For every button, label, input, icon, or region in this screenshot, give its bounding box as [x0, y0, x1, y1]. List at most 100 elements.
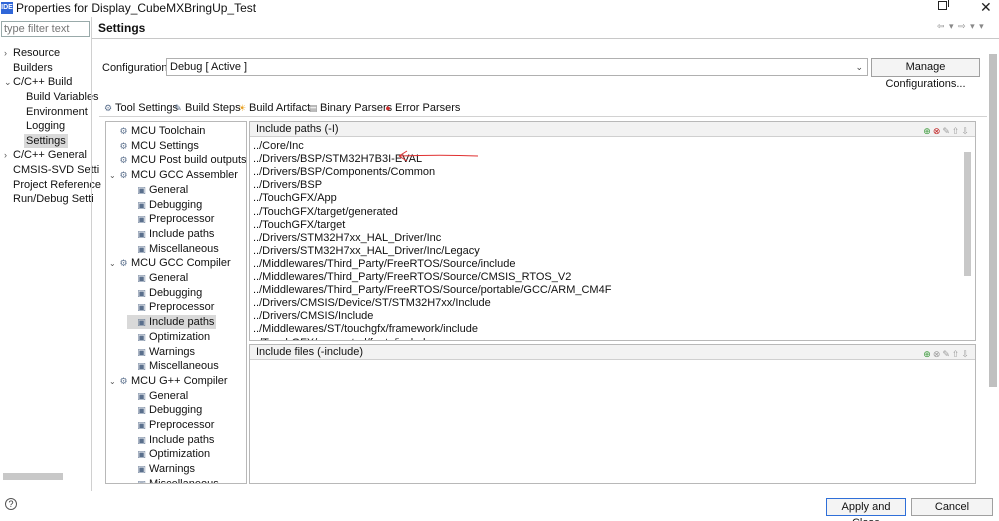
- include-paths-scrollbar[interactable]: [964, 152, 971, 276]
- include-path-item[interactable]: ../Middlewares/Third_Party/FreeRTOS/Sour…: [253, 258, 515, 271]
- tree-item-miscellaneous[interactable]: ▣ Miscellaneous: [127, 477, 218, 484]
- tree-item-debugging[interactable]: ▣ Debugging: [127, 198, 202, 212]
- help-icon[interactable]: ?: [5, 498, 17, 510]
- expand-icon[interactable]: ⌄: [109, 375, 118, 389]
- tree-item-label: MCU GCC Assembler: [131, 169, 238, 182]
- edit-path-icon[interactable]: ✎: [942, 126, 952, 136]
- option-icon: ▣: [137, 390, 146, 401]
- tree-item-warnings[interactable]: ▣ Warnings: [127, 462, 195, 476]
- filter-input[interactable]: [1, 21, 90, 37]
- include-path-item[interactable]: ../Drivers/BSP: [253, 179, 322, 192]
- tree-item-mcu-post-build-outputs[interactable]: ⚙ MCU Post build outputs: [109, 153, 246, 167]
- move-down-icon[interactable]: ⇩: [961, 126, 971, 136]
- tree-item-label: Optimization: [149, 330, 211, 343]
- include-path-item[interactable]: ../TouchGFX/target/generated: [253, 206, 398, 219]
- tree-item-general[interactable]: ▣ General: [127, 271, 188, 285]
- chevron-icon[interactable]: ⌄: [4, 75, 12, 89]
- tree-item-preprocessor[interactable]: ▣ Preprocessor: [127, 300, 214, 314]
- configuration-select[interactable]: Debug [ Active ] ⌄: [166, 58, 868, 76]
- tree-item-label: Preprocessor: [149, 301, 215, 314]
- tab-icon: ●: [385, 103, 391, 113]
- chevron-down-icon[interactable]: ⌄: [855, 59, 863, 75]
- tool-settings-tree: ⚙ MCU Toolchain ⚙ MCU Settings ⚙ MCU Post bui…: [105, 121, 247, 484]
- add-file-icon[interactable]: ⊕: [923, 349, 933, 359]
- tab-binary-parsers[interactable]: ▤ Binary Parsers: [308, 101, 392, 116]
- nav-item-cmsis-svd-setti[interactable]: CMSIS-SVD Setti: [13, 163, 99, 177]
- tree-item-mcu-settings[interactable]: ⚙ MCU Settings: [109, 139, 198, 153]
- nav-item-resource[interactable]: Resource: [13, 46, 60, 60]
- include-path-item[interactable]: ../Drivers/STM32H7xx_HAL_Driver/Inc: [253, 232, 441, 245]
- tree-item-miscellaneous[interactable]: ▣ Miscellaneous: [127, 242, 218, 256]
- nav-item-environment[interactable]: Environment: [26, 105, 88, 119]
- nav-item-c-c-build[interactable]: C/C++ Build: [13, 75, 72, 89]
- tree-item-include-paths[interactable]: ▣ Include paths: [127, 433, 214, 447]
- chevron-icon[interactable]: ›: [4, 46, 12, 60]
- nav-horizontal-scrollbar[interactable]: [3, 473, 63, 480]
- include-path-item[interactable]: ../Middlewares/Third_Party/FreeRTOS/Sour…: [253, 271, 571, 284]
- window-title: Properties for Display_CubeMXBringUp_Tes…: [16, 1, 257, 15]
- tab-error-parsers[interactable]: ● Error Parsers: [383, 101, 460, 116]
- include-path-item[interactable]: ../Middlewares/ST/touchgfx/framework/inc…: [253, 323, 478, 336]
- tree-item-mcu-toolchain[interactable]: ⚙ MCU Toolchain: [109, 124, 205, 138]
- tree-item-mcu-g-compiler[interactable]: ⌄ ⚙ MCU G++ Compiler: [109, 374, 228, 388]
- close-icon[interactable]: ✕: [980, 0, 992, 16]
- include-files-title: Include files (-include): [256, 346, 363, 358]
- move-down-icon[interactable]: ⇩: [961, 349, 971, 359]
- include-path-item[interactable]: ../Drivers/CMSIS/Device/ST/STM32H7xx/Inc…: [253, 297, 491, 310]
- history-nav-icons[interactable]: ⇦ ▾ ⇨ ▾ ▾: [937, 21, 985, 32]
- include-path-item[interactable]: ../Core/Inc: [253, 140, 304, 153]
- tree-item-mcu-gcc-assembler[interactable]: ⌄ ⚙ MCU GCC Assembler: [109, 168, 238, 182]
- tree-item-warnings[interactable]: ▣ Warnings: [127, 345, 195, 359]
- include-path-item[interactable]: ../TouchGFX/App: [253, 192, 337, 205]
- tree-item-label: Preprocessor: [149, 213, 215, 226]
- page-vertical-scrollbar[interactable]: [989, 54, 997, 387]
- expand-icon[interactable]: ⌄: [109, 169, 118, 183]
- tree-item-debugging[interactable]: ▣ Debugging: [127, 403, 202, 417]
- tree-item-optimization[interactable]: ▣ Optimization: [127, 330, 210, 344]
- tree-item-general[interactable]: ▣ General: [127, 183, 188, 197]
- restore-icon[interactable]: [938, 0, 949, 10]
- edit-file-icon[interactable]: ✎: [942, 349, 952, 359]
- nav-item-logging[interactable]: Logging: [26, 119, 65, 133]
- include-path-item[interactable]: ../Drivers/CMSIS/Include: [253, 310, 373, 323]
- tree-item-preprocessor[interactable]: ▣ Preprocessor: [127, 212, 214, 226]
- add-path-icon[interactable]: ⊕: [923, 126, 933, 136]
- app-icon: IDE: [1, 2, 13, 14]
- nav-item-project-reference[interactable]: Project Reference: [13, 178, 101, 192]
- tree-item-label: Warnings: [149, 463, 196, 476]
- nav-item-settings[interactable]: Settings: [24, 134, 68, 148]
- tree-item-include-paths[interactable]: ▣ Include paths: [127, 315, 217, 330]
- tree-item-label: Debugging: [149, 286, 203, 299]
- option-icon: ▣: [137, 478, 146, 484]
- nav-item-run-debug-setti[interactable]: Run/Debug Setti: [13, 192, 94, 206]
- nav-item-builders[interactable]: Builders: [13, 61, 53, 75]
- tab-build-steps[interactable]: ✎ Build Steps: [173, 101, 240, 116]
- tree-item-mcu-gcc-compiler[interactable]: ⌄ ⚙ MCU GCC Compiler: [109, 256, 231, 270]
- include-path-item[interactable]: ../Drivers/STM32H7xx_HAL_Driver/Inc/Lega…: [253, 245, 480, 258]
- expand-icon[interactable]: ⌄: [109, 257, 118, 271]
- apply-and-close-button[interactable]: Apply and Close: [826, 498, 906, 521]
- delete-file-icon[interactable]: ⊗: [933, 349, 943, 359]
- include-path-item[interactable]: ../Middlewares/Third_Party/FreeRTOS/Sour…: [253, 284, 611, 297]
- include-path-item[interactable]: ../Drivers/BSP/Components/Common: [253, 166, 435, 179]
- chevron-icon[interactable]: ›: [4, 148, 12, 162]
- tree-item-debugging[interactable]: ▣ Debugging: [127, 286, 202, 300]
- nav-item-build-variables[interactable]: Build Variables: [26, 90, 99, 104]
- tool-icon: ⚙: [119, 170, 128, 181]
- delete-path-icon[interactable]: ⊗: [933, 126, 943, 136]
- tree-item-include-paths[interactable]: ▣ Include paths: [127, 227, 214, 241]
- tree-item-miscellaneous[interactable]: ▣ Miscellaneous: [127, 359, 218, 373]
- option-icon: ▣: [137, 287, 146, 298]
- nav-item-c-c-general[interactable]: C/C++ General: [13, 148, 87, 162]
- include-path-item[interactable]: ../TouchGFX/generated/fonts/include: [253, 337, 432, 341]
- tree-item-optimization[interactable]: ▣ Optimization: [127, 447, 210, 461]
- tab-tool-settings[interactable]: ⚙ Tool Settings: [103, 101, 178, 116]
- tab-icon: ✎: [174, 103, 182, 113]
- tree-item-preprocessor[interactable]: ▣ Preprocessor: [127, 418, 214, 432]
- manage-configurations-button[interactable]: Manage Configurations...: [871, 58, 980, 90]
- cancel-button[interactable]: Cancel: [911, 498, 993, 516]
- sash-divider[interactable]: [91, 17, 92, 491]
- tree-item-general[interactable]: ▣ General: [127, 389, 188, 403]
- tab-build-artifact[interactable]: ☀ Build Artifact: [237, 101, 310, 116]
- include-path-item[interactable]: ../TouchGFX/target: [253, 219, 345, 232]
